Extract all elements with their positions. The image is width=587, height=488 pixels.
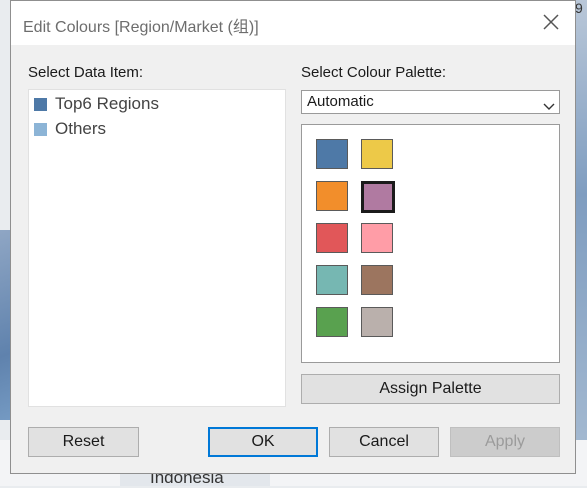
dropdown-selected-value: Automatic xyxy=(307,93,374,110)
colour-palette-dropdown[interactable]: Automatic xyxy=(301,90,560,114)
color-swatch xyxy=(34,97,47,111)
palette-swatch[interactable] xyxy=(316,181,348,211)
palette-swatch[interactable] xyxy=(361,223,393,253)
edit-colours-dialog: Edit Colours [Region/Market (组)] Select … xyxy=(10,0,576,474)
palette-swatch-selected[interactable] xyxy=(361,181,395,213)
palette-swatch[interactable] xyxy=(316,307,348,337)
apply-button[interactable]: Apply xyxy=(450,427,560,457)
colour-palette-grid xyxy=(301,124,560,363)
cancel-button[interactable]: Cancel xyxy=(329,427,439,457)
reset-button[interactable]: Reset xyxy=(28,427,139,457)
list-item-top6-regions[interactable]: Top6 Regions xyxy=(34,93,159,115)
ok-button[interactable]: OK xyxy=(208,427,318,457)
select-colour-palette-label: Select Colour Palette: xyxy=(301,64,447,81)
palette-swatch[interactable] xyxy=(361,307,393,337)
color-swatch xyxy=(34,122,47,136)
palette-swatch[interactable] xyxy=(316,139,348,169)
assign-palette-button[interactable]: Assign Palette xyxy=(301,374,560,404)
list-item-others[interactable]: Others xyxy=(34,118,106,140)
dialog-title: Edit Colours [Region/Market (组)] xyxy=(23,19,259,36)
select-data-item-label: Select Data Item: xyxy=(28,64,144,81)
palette-swatch[interactable] xyxy=(316,265,348,295)
list-item-label: Top6 Regions xyxy=(55,94,159,113)
background-digit: 9 xyxy=(575,0,583,16)
list-item-label: Others xyxy=(55,119,107,138)
palette-swatch[interactable] xyxy=(361,139,393,169)
data-item-list[interactable]: Top6 Regions Others xyxy=(28,89,286,407)
palette-swatch[interactable] xyxy=(316,223,348,253)
close-icon[interactable] xyxy=(541,12,561,32)
chevron-down-icon xyxy=(543,97,555,110)
palette-swatch[interactable] xyxy=(361,265,393,295)
